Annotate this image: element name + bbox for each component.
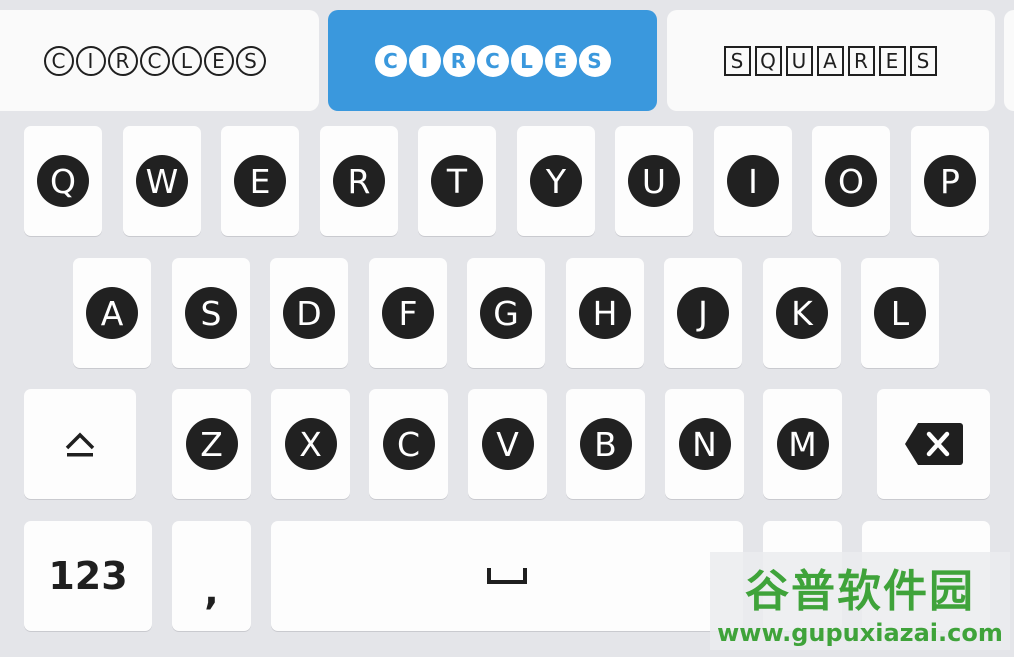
shift-key[interactable] — [24, 389, 136, 499]
chip-letter: C — [374, 44, 407, 77]
key-glyph: E — [234, 155, 286, 207]
key-u[interactable]: U — [615, 126, 693, 236]
style-chip-partial[interactable] — [1004, 10, 1014, 111]
key-t[interactable]: T — [418, 126, 496, 236]
key-n[interactable]: N — [665, 389, 744, 499]
numbers-key-label: 123 — [48, 554, 128, 598]
key-glyph: Q — [37, 155, 89, 207]
key-z[interactable]: Z — [172, 389, 251, 499]
numbers-key[interactable]: 123 — [24, 521, 152, 631]
chip-letter: C — [476, 44, 509, 77]
key-c[interactable]: C — [369, 389, 448, 499]
watermark-title: 谷普软件园 — [745, 566, 975, 617]
chip-letter: A — [816, 45, 844, 76]
key-glyph: X — [284, 418, 337, 470]
key-k[interactable]: K — [763, 258, 841, 368]
key-q[interactable]: Q — [24, 126, 102, 236]
key-glyph: U — [628, 155, 680, 207]
key-h[interactable]: H — [566, 258, 644, 368]
key-e[interactable]: E — [221, 126, 299, 236]
key-l[interactable]: L — [861, 258, 939, 368]
chip-letters: CIRCLES — [43, 45, 266, 76]
key-glyph: H — [579, 287, 631, 339]
watermark-url: www.gupuxiazai.com — [717, 619, 1003, 647]
key-y[interactable]: Y — [517, 126, 595, 236]
chip-letters: SQUARES — [723, 45, 939, 76]
key-glyph: C — [382, 418, 435, 470]
chip-letter: C — [139, 45, 170, 76]
chip-letter: R — [107, 45, 138, 76]
key-d[interactable]: D — [270, 258, 348, 368]
key-glyph: M — [776, 418, 829, 470]
chip-letter: E — [878, 45, 906, 76]
comma-key-label: , — [204, 569, 219, 613]
key-o[interactable]: O — [812, 126, 890, 236]
style-chip-squares[interactable]: SQUARES — [667, 10, 995, 111]
backspace-icon — [904, 423, 963, 465]
key-glyph: K — [776, 287, 828, 339]
space-key[interactable] — [271, 521, 743, 631]
style-chip-circles-outline[interactable]: CIRCLES — [0, 10, 319, 111]
chip-letter: U — [785, 45, 813, 76]
backspace-key[interactable] — [877, 389, 990, 499]
key-glyph: L — [874, 287, 926, 339]
key-p[interactable]: P — [911, 126, 989, 236]
key-glyph: O — [825, 155, 877, 207]
chip-letter: S — [723, 45, 751, 76]
key-x[interactable]: X — [271, 389, 350, 499]
key-g[interactable]: G — [467, 258, 545, 368]
chip-letter: L — [510, 44, 543, 77]
key-j[interactable]: J — [664, 258, 742, 368]
watermark: 谷普软件园 www.gupuxiazai.com — [710, 552, 1010, 650]
key-glyph: W — [136, 155, 188, 207]
key-glyph: D — [283, 287, 335, 339]
key-glyph: Z — [185, 418, 238, 470]
chip-letter: I — [408, 44, 441, 77]
key-s[interactable]: S — [172, 258, 250, 368]
key-b[interactable]: B — [566, 389, 645, 499]
key-glyph: A — [86, 287, 138, 339]
key-glyph: P — [924, 155, 976, 207]
key-i[interactable]: I — [714, 126, 792, 236]
comma-key[interactable]: , — [172, 521, 251, 631]
key-glyph: B — [579, 418, 632, 470]
key-glyph: J — [677, 287, 729, 339]
chip-letters: CIRCLES — [374, 44, 611, 77]
key-m[interactable]: M — [763, 389, 842, 499]
chip-letter: R — [847, 45, 875, 76]
key-glyph: Y — [530, 155, 582, 207]
shift-icon — [65, 432, 95, 457]
space-icon — [487, 568, 527, 584]
key-glyph: N — [678, 418, 731, 470]
key-glyph: S — [185, 287, 237, 339]
style-chip-circles-filled[interactable]: CIRCLES — [328, 10, 657, 111]
key-glyph: V — [481, 418, 534, 470]
key-glyph: I — [727, 155, 779, 207]
key-a[interactable]: A — [73, 258, 151, 368]
fancy-keyboard: CIRCLES CIRCLES SQUARES QWERTYUIOPASDFGH… — [0, 0, 1014, 657]
chip-letter: S — [578, 44, 611, 77]
chip-letter: S — [235, 45, 266, 76]
key-v[interactable]: V — [468, 389, 547, 499]
key-f[interactable]: F — [369, 258, 447, 368]
chip-letter: E — [544, 44, 577, 77]
key-r[interactable]: R — [320, 126, 398, 236]
key-glyph: R — [333, 155, 385, 207]
key-w[interactable]: W — [123, 126, 201, 236]
key-glyph: F — [382, 287, 434, 339]
chip-letter: R — [442, 44, 475, 77]
chip-letter: L — [171, 45, 202, 76]
key-glyph: T — [431, 155, 483, 207]
chip-letter: E — [203, 45, 234, 76]
chip-letter: Q — [754, 45, 782, 76]
key-glyph: G — [480, 287, 532, 339]
chip-letter: C — [43, 45, 74, 76]
chip-letter: I — [75, 45, 106, 76]
chip-letter: S — [909, 45, 937, 76]
